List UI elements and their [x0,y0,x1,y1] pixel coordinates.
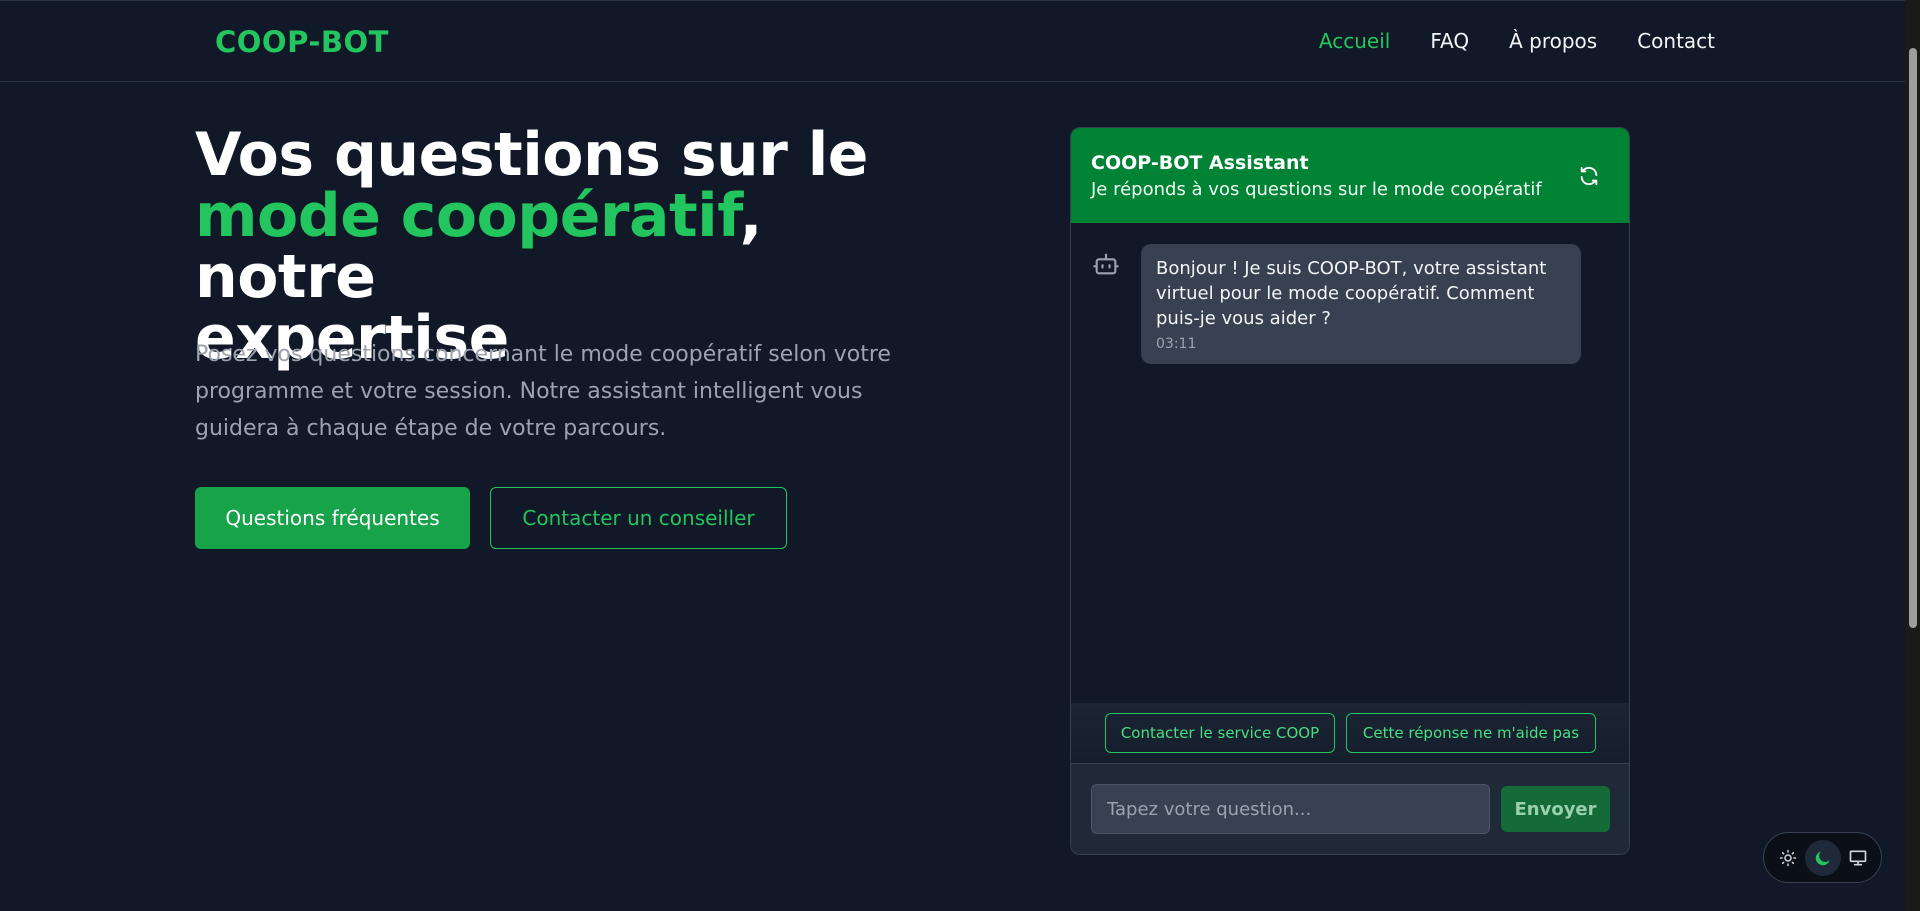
not-helpful-button[interactable]: Cette réponse ne m'aide pas [1346,713,1596,753]
sun-icon[interactable] [1770,840,1806,876]
chat-question-input[interactable] [1091,784,1490,834]
bot-message-text: Bonjour ! Je suis COOP-BOT, votre assist… [1156,258,1547,329]
quick-replies: Contacter le service COOP Cette réponse … [1071,703,1629,764]
robot-icon [1092,250,1120,278]
main-nav: Accueil FAQ À propos Contact [1319,29,1715,53]
monitor-icon[interactable] [1840,840,1876,876]
contact-coop-service-button[interactable]: Contacter le service COOP [1105,713,1335,753]
page-scrollbar[interactable] [1905,0,1920,911]
nav-link-a-propos[interactable]: À propos [1509,29,1597,53]
chat-subtitle: Je réponds à vos questions sur le mode c… [1091,179,1542,200]
chat-title: COOP-BOT Assistant [1091,152,1309,174]
site-logo[interactable]: COOP-BOT [215,25,389,59]
faq-button[interactable]: Questions fréquentes [195,487,470,549]
moon-icon[interactable] [1805,840,1841,876]
hero-title-accent: mode coopératif [195,181,740,251]
nav-link-accueil[interactable]: Accueil [1319,29,1390,53]
contact-advisor-button[interactable]: Contacter un conseiller [490,487,787,549]
chat-panel: COOP-BOT Assistant Je réponds à vos ques… [1070,127,1630,855]
scrollbar-thumb[interactable] [1909,48,1917,628]
chat-input-area: Envoyer [1071,764,1629,854]
theme-toggle [1763,832,1882,883]
refresh-icon[interactable] [1577,164,1601,188]
site-header: COOP-BOT Accueil FAQ À propos Contact [0,0,1920,82]
message-timestamp: 03:11 [1156,336,1197,352]
nav-link-contact[interactable]: Contact [1637,29,1715,53]
hero-subtitle: Posez vos questions concernant le mode c… [195,342,891,441]
hero-title-line1: Vos questions sur le [195,120,869,190]
nav-link-faq[interactable]: FAQ [1430,29,1469,53]
chat-header: COOP-BOT Assistant Je réponds à vos ques… [1071,128,1629,223]
bot-message: Bonjour ! Je suis COOP-BOT, votre assist… [1141,244,1581,364]
hero-title: Vos questions sur le mode coopératif, not… [195,125,955,369]
send-button[interactable]: Envoyer [1501,786,1610,832]
